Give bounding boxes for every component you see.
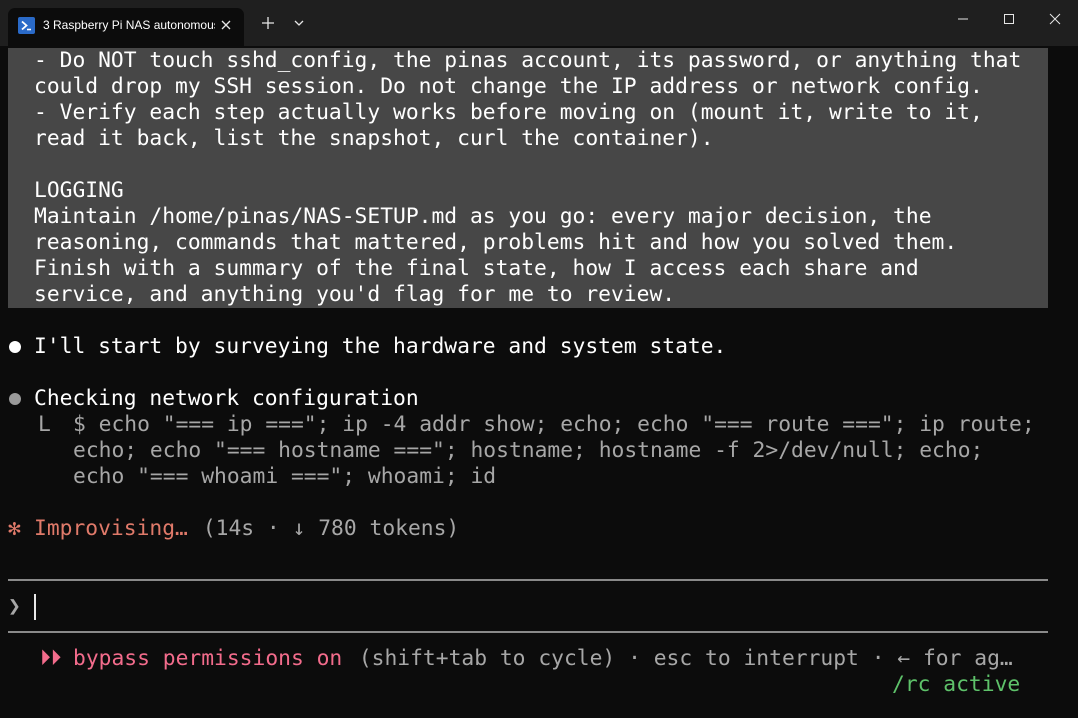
tab-title: 3 Raspberry Pi NAS autonomous setup [43, 18, 215, 32]
prompt-line: - Do NOT touch sshd_config, the pinas ac… [34, 48, 1022, 73]
chevron-down-icon[interactable] [290, 13, 308, 33]
prompt-chevron-icon: ❯ [8, 594, 21, 619]
command-line: echo "=== whoami ==="; whoami; id [73, 464, 497, 489]
prompt-line: Finish with a summary of the final state… [34, 256, 919, 281]
rc-status: /rc active [892, 672, 1021, 697]
input-bottom-divider [8, 631, 1048, 633]
terminal-tab[interactable]: 3 Raspberry Pi NAS autonomous setup [8, 8, 244, 46]
prompt-input[interactable] [34, 594, 1034, 620]
prompt-line: read it back, list the snapshot, curl th… [34, 126, 714, 151]
terminal-output[interactable]: - Do NOT touch sshd_config, the pinas ac… [0, 46, 1078, 718]
prompt-line: Maintain /home/pinas/NAS-SETUP.md as you… [34, 204, 932, 229]
minimize-button[interactable] [940, 0, 986, 40]
fast-forward-icon: ⏵⏵ [40, 646, 62, 671]
message-bullet-icon [9, 341, 21, 353]
prompt-line: - Verify each step actually works before… [34, 100, 983, 125]
assistant-message: I'll start by surveying the hardware and… [34, 334, 727, 359]
powershell-icon [18, 17, 35, 34]
footer-hints: (shift+tab to cycle) · esc to interrupt … [346, 646, 1013, 671]
text-cursor [34, 594, 36, 620]
spinner-icon: ✻ [8, 516, 21, 541]
title-bar: 3 Raspberry Pi NAS autonomous setup [0, 0, 1078, 46]
bypass-permissions-label[interactable]: bypass permissions on [73, 646, 342, 672]
status-detail: (14s · ↓ 780 tokens) [190, 516, 460, 541]
maximize-button[interactable] [986, 0, 1032, 40]
prompt-line: service, and anything you'd flag for me … [34, 282, 676, 307]
status-label: Improvising… [34, 516, 188, 541]
command-line: echo; echo "=== hostname ==="; hostname;… [73, 438, 984, 463]
minimize-icon [958, 18, 968, 20]
input-top-divider [8, 579, 1048, 581]
maximize-icon [1004, 14, 1014, 24]
close-tab-icon[interactable] [218, 17, 234, 33]
prompt-line: LOGGING [34, 178, 124, 203]
prompt-line: reasoning, commands that mattered, probl… [34, 230, 958, 255]
tool-status-bullet-icon [9, 393, 21, 405]
tool-call-title: Checking network configuration [34, 386, 419, 411]
prompt-line: could drop my SSH session. Do not change… [34, 74, 983, 99]
command-line: $ echo "=== ip ==="; ip -4 addr show; ec… [73, 412, 1035, 437]
close-icon [1049, 13, 1061, 25]
plus-icon[interactable] [258, 13, 278, 33]
close-window-button[interactable] [1032, 0, 1078, 40]
tree-branch-icon: L [38, 412, 51, 437]
